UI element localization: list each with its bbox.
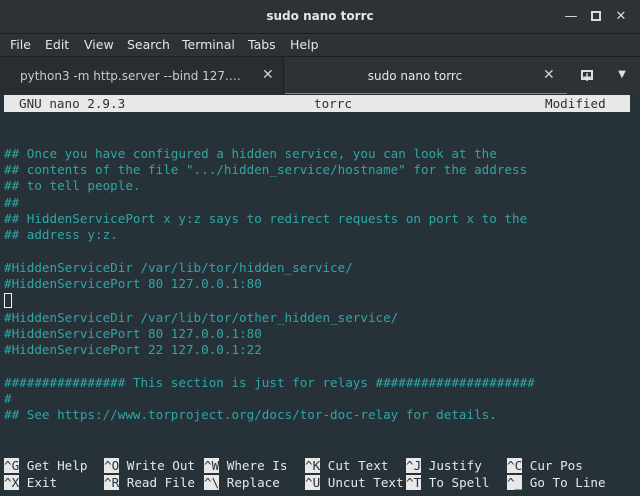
shortcut-label: Exit: [26, 475, 58, 490]
title-bar: sudo nano torrc — ✕: [0, 0, 640, 34]
menu-tabs[interactable]: Tabs: [248, 37, 276, 52]
shortcut-label: Cur Pos: [529, 458, 583, 473]
nano-version: GNU nano 2.9.3: [19, 96, 126, 111]
shortcut-key: ^\: [204, 475, 220, 490]
shortcut-cut-text[interactable]: ^K Cut Text: [305, 458, 388, 474]
file-line: ################ This section is just fo…: [4, 375, 535, 390]
shortcut-key: ^T: [406, 475, 422, 490]
menu-edit[interactable]: Edit: [45, 37, 69, 52]
shortcut-key: ^_: [507, 475, 523, 490]
nano-status: Modified: [545, 96, 606, 111]
nano-header: GNU nano 2.9.3 torrc Modified: [4, 95, 630, 112]
shortcut-key: ^O: [104, 458, 120, 473]
shortcut-label: Get Help: [26, 458, 88, 473]
shortcut-key: ^W: [204, 458, 220, 473]
menu-search[interactable]: Search: [127, 37, 170, 52]
tab-nano-torrc[interactable]: sudo nano torrc ✕: [285, 57, 567, 95]
shortcut-uncut-text[interactable]: ^U Uncut Text: [305, 475, 404, 491]
file-line: ## HiddenServicePort x y:z says to redir…: [4, 211, 528, 226]
shortcut-cur-pos[interactable]: ^C Cur Pos: [507, 458, 583, 474]
shortcut-replace[interactable]: ^\ Replace: [204, 475, 280, 491]
terminal[interactable]: GNU nano 2.9.3 torrc Modified ## Once yo…: [0, 94, 640, 496]
file-line: ##: [4, 195, 20, 210]
shortcut-justify[interactable]: ^J Justify: [406, 458, 482, 474]
file-line: #HiddenServiceDir /var/lib/tor/other_hid…: [4, 310, 399, 325]
tab-label: python3 -m http.server --bind 127.…: [20, 69, 241, 83]
nano-filename: torrc: [314, 96, 352, 111]
new-tab-icon[interactable]: [572, 62, 602, 90]
file-line: #HiddenServicePort 22 127.0.0.1:22: [4, 342, 262, 357]
shortcut-label: Cut Text: [327, 458, 389, 473]
shortcut-key: ^U: [305, 475, 321, 490]
minimize-icon[interactable]: —: [560, 6, 582, 28]
shortcut-label: To Spell: [428, 475, 490, 490]
close-icon[interactable]: ✕: [610, 6, 632, 28]
menu-help[interactable]: Help: [290, 37, 319, 52]
shortcut-exit[interactable]: ^X Exit: [4, 475, 57, 491]
shortcut-label: Where Is: [226, 458, 288, 473]
shortcut-label: Replace: [226, 475, 280, 490]
shortcut-key: ^X: [4, 475, 20, 490]
tab-bar: python3 -m http.server --bind 127.… ✕ su…: [0, 56, 640, 95]
menu-view[interactable]: View: [84, 37, 114, 52]
shortcut-label: Go To Line: [529, 475, 606, 490]
file-line: ## See https://www.torproject.org/docs/t…: [4, 407, 497, 422]
file-line: #HiddenServiceDir /var/lib/tor/hidden_se…: [4, 260, 353, 275]
shortcut-to-spell[interactable]: ^T To Spell: [406, 475, 489, 491]
file-line: ## to tell people.: [4, 178, 141, 193]
shortcut-label: Justify: [428, 458, 482, 473]
file-line: ## address y:z.: [4, 227, 118, 242]
close-tab-icon[interactable]: ✕: [262, 67, 274, 83]
menu-bar: File Edit View Search Terminal Tabs Help: [0, 34, 640, 56]
shortcut-key: ^J: [406, 458, 422, 473]
file-line: #HiddenServicePort 80 127.0.0.1:80: [4, 276, 262, 291]
shortcut-key: ^K: [305, 458, 321, 473]
shortcut-key: ^C: [507, 458, 523, 473]
file-line: #HiddenServicePort 80 127.0.0.1:80: [4, 326, 262, 341]
file-line: ## contents of the file ".../hidden_serv…: [4, 162, 528, 177]
shortcut-label: Uncut Text: [327, 475, 404, 490]
file-line: ## Once you have configured a hidden ser…: [4, 146, 497, 161]
shortcut-label: Write Out: [126, 458, 196, 473]
shortcut-label: Read File: [126, 475, 196, 490]
tab-python-server[interactable]: python3 -m http.server --bind 127.… ✕: [0, 57, 284, 95]
terminal-scrollbar[interactable]: [636, 94, 640, 496]
chevron-down-icon[interactable]: ▼: [610, 62, 634, 88]
shortcut-write-out[interactable]: ^O Write Out: [104, 458, 195, 474]
text-cursor: [4, 293, 12, 308]
menu-file[interactable]: File: [10, 37, 31, 52]
shortcut-read-file[interactable]: ^R Read File: [104, 475, 195, 491]
maximize-icon[interactable]: [585, 6, 607, 28]
shortcut-go-to-line[interactable]: ^_ Go To Line: [507, 475, 606, 491]
close-tab-icon[interactable]: ✕: [543, 67, 555, 83]
menu-terminal[interactable]: Terminal: [182, 37, 235, 52]
shortcut-key: ^R: [104, 475, 120, 490]
shortcut-where-is[interactable]: ^W Where Is: [204, 458, 287, 474]
file-line: #: [4, 391, 12, 406]
window-title: sudo nano torrc: [266, 9, 374, 23]
tab-label: sudo nano torrc: [367, 69, 463, 83]
shortcut-get-help[interactable]: ^G Get Help: [4, 458, 87, 474]
shortcut-key: ^G: [4, 458, 20, 473]
